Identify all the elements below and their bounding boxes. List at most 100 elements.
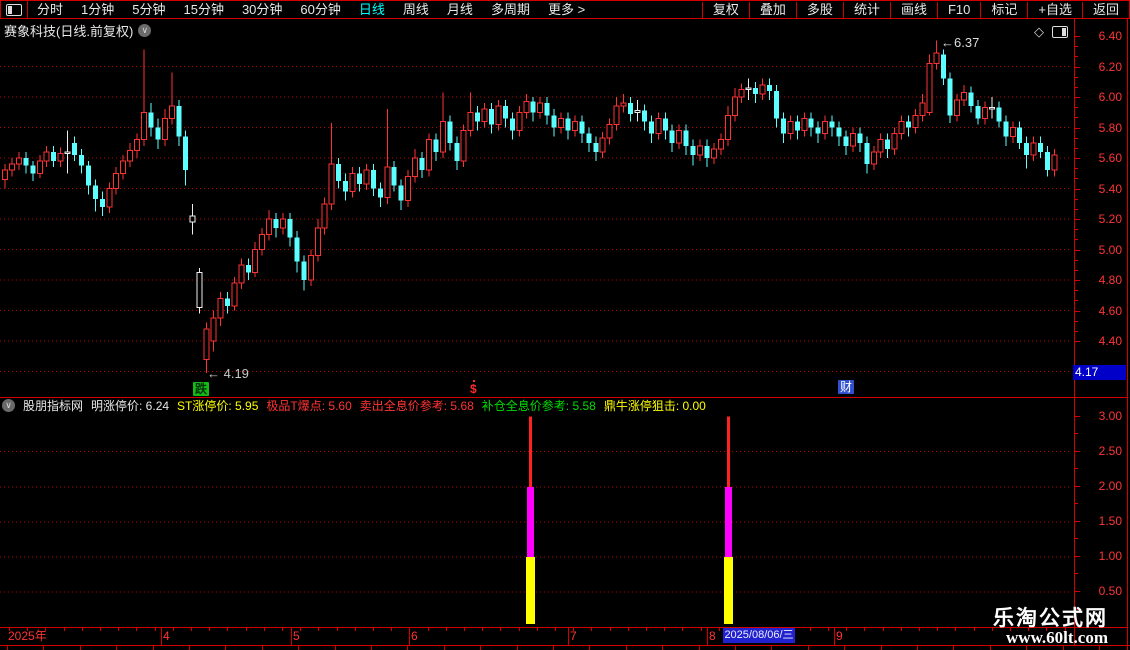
price-minor-tick [1075,198,1078,200]
tool-item[interactable]: 画线 [889,1,937,18]
sub-tick [1075,450,1080,452]
xaxis-tick [536,627,538,631]
price-minor-tick [1075,208,1078,210]
price-minor-tick [1075,259,1078,261]
period-item[interactable]: 60分钟 [291,2,349,18]
xaxis-label: 7 [570,629,577,643]
next-pane-tick [298,646,300,650]
xaxis-tick [591,627,593,631]
tool-item[interactable]: 标记 [980,1,1027,18]
panel-toggle-icon[interactable] [1052,25,1068,38]
xaxis-tick [627,627,629,631]
next-pane-tick [443,646,445,650]
price-tick [1075,280,1080,281]
xaxis-tick [973,627,975,631]
indicator-chevron-down-icon[interactable]: ∨ [2,399,15,412]
xaxis-bottom-line [0,645,1130,646]
price-tick [1075,97,1080,98]
sub-tick-label: 1.50 [1098,513,1122,528]
indicator-field: 卖出全息价参考: 5.68 [359,399,474,413]
tool-item[interactable]: 复权 [701,1,749,18]
sub-tick [1075,485,1080,487]
period-item[interactable]: 月线 [438,2,482,18]
period-item[interactable]: 分时 [28,2,72,18]
drop-event-badge[interactable]: 跌 [193,382,210,396]
tool-item[interactable]: 返回 [1081,1,1129,18]
xaxis-tick [282,627,283,631]
next-pane-tick [225,646,227,650]
next-pane-tick [43,646,45,650]
panel-divider [0,397,1128,398]
next-pane-tick [116,646,118,650]
price-minor-tick [1075,320,1078,322]
dividend-marker[interactable]: $ [470,380,477,396]
next-pane-tick [480,646,482,650]
period-item[interactable]: 日线 [350,2,394,18]
next-pane-tick [407,646,409,650]
sub-minor-tick [1075,503,1078,505]
price-minor-tick [1075,117,1078,119]
price-tick-label: 6.40 [1098,29,1122,43]
xaxis-tick [209,627,211,631]
period-item[interactable]: 5分钟 [123,2,174,18]
xaxis-tick [937,627,939,631]
next-pane-tick [807,646,809,650]
period-item[interactable]: 15分钟 [174,2,232,18]
indicator-field: 鼎牛涨停狙击: 0.00 [603,399,706,413]
price-minor-tick [1075,56,1078,58]
month-separator [707,627,708,645]
xaxis-tick [809,627,811,631]
price-tick-label: 5.20 [1098,212,1122,226]
month-separator [291,627,292,645]
tool-item[interactable]: F10 [936,1,980,18]
corner-icons: ◇ [1034,25,1068,38]
svg-text:← 4.19: ← 4.19 [207,366,249,381]
sub-tick-label: 0.50 [1098,584,1122,598]
tool-item[interactable]: 叠加 [748,1,796,18]
diamond-marker-icon[interactable]: ◇ [1034,25,1044,38]
price-minor-tick [1075,107,1078,109]
tool-item[interactable]: +自选 [1027,1,1082,18]
chart-titlebar: 赛象科技(日线.前复权) ∨ [4,21,152,40]
xaxis-label: 5 [293,629,300,643]
price-tick-label: 4.80 [1098,273,1122,287]
next-pane-tick [771,646,773,650]
main-candlestick-chart[interactable]: ← 4.19 ←6.37 [0,20,1072,397]
tool-item[interactable]: 多股 [795,1,843,18]
sub-tick [1075,520,1080,522]
price-tick-label: 6.00 [1098,90,1122,104]
selected-date-label: 2025/08/06/三 [723,628,795,643]
price-tick-label: 6.20 [1098,59,1122,74]
sub-minor-tick [1075,468,1078,470]
chevron-down-icon[interactable]: ∨ [138,24,152,37]
xaxis-tick [373,627,374,631]
xaxis-label: 8 [709,629,716,643]
period-item[interactable]: 更多 > [539,2,594,18]
period-item[interactable]: 多周期 [482,2,539,18]
next-pane-tick [7,646,8,650]
sub-tick-label: 2.00 [1098,478,1122,493]
period-item[interactable]: 30分钟 [233,2,291,18]
next-pane-tick [989,646,991,650]
report-event-badge[interactable]: 财 [838,380,855,394]
indicator-chart[interactable] [0,397,1072,627]
price-tick-label: 5.80 [1098,120,1122,135]
price-minor-tick [1075,239,1078,241]
svg-text:←6.37: ←6.37 [941,35,979,50]
tool-item[interactable]: 统计 [842,1,890,18]
xaxis-label: 9 [836,629,843,643]
price-axis-line [1074,19,1075,645]
layout-toggle-button[interactable] [1,1,28,18]
period-item[interactable]: 1分钟 [72,2,123,18]
price-minor-tick [1075,137,1078,139]
month-separator [834,627,835,645]
xaxis-tick [919,627,920,631]
next-pane-tick [261,646,263,650]
xaxis-tick [409,627,411,631]
xaxis-tick [227,627,229,631]
price-tick [1075,158,1080,159]
price-minor-tick [1075,46,1078,48]
sub-tick-label: 3.00 [1098,408,1122,423]
period-item[interactable]: 周线 [394,2,438,18]
xaxis-tick [482,627,484,631]
